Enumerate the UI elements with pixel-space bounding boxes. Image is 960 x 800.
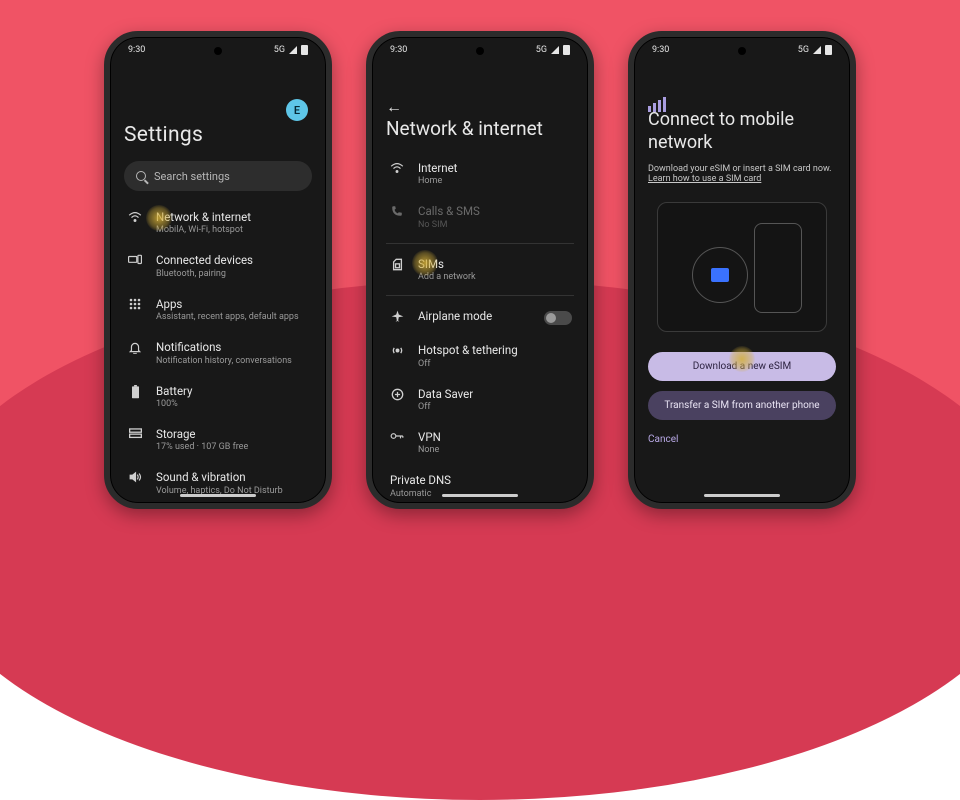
status-bar: 9:30 5G <box>110 37 326 63</box>
status-bar: 9:30 5G <box>372 37 588 63</box>
status-net: 5G <box>536 45 547 55</box>
phone-settings: 9:30 5G E Settings Search settings Netwo… <box>104 31 332 509</box>
wifi-icon <box>388 162 406 174</box>
key-icon <box>388 431 406 441</box>
transfer-sim-button[interactable]: Transfer a SIM from another phone <box>648 391 836 420</box>
storage-icon <box>126 428 144 439</box>
signal-icon <box>289 46 297 54</box>
hotspot-icon <box>388 344 406 357</box>
settings-row-battery[interactable]: Battery100% <box>124 375 312 418</box>
page-title: Settings <box>124 123 312 147</box>
datasaver-icon <box>388 388 406 401</box>
battery-icon <box>301 45 308 55</box>
apps-icon <box>126 298 144 310</box>
network-row-sims[interactable]: SIMsAdd a network <box>386 248 574 291</box>
sound-icon <box>126 471 144 483</box>
bell-icon <box>126 341 144 354</box>
nav-bar[interactable] <box>704 494 780 497</box>
divider <box>386 243 574 244</box>
esim-illustration <box>657 202 827 332</box>
divider <box>386 295 574 296</box>
nav-bar[interactable] <box>442 494 518 497</box>
battery-menu-icon <box>126 385 144 399</box>
settings-row-notifications[interactable]: NotificationsNotification history, conve… <box>124 331 312 374</box>
page-title: Connect to mobilenetwork <box>648 109 836 154</box>
back-button[interactable]: ← <box>386 97 402 117</box>
page-subtitle: Download your eSIM or insert a SIM card … <box>648 164 836 184</box>
battery-icon <box>563 45 570 55</box>
network-row-airplane[interactable]: Airplane mode <box>386 300 574 334</box>
wifi-icon <box>126 211 144 223</box>
network-row-private-dns[interactable]: Private DNSAutomatic <box>386 464 574 507</box>
nav-bar[interactable] <box>180 494 256 497</box>
settings-row-network[interactable]: Network & internetMobilA, Wi-Fi, hotspot <box>124 201 312 244</box>
battery-icon <box>825 45 832 55</box>
status-time: 9:30 <box>652 45 669 55</box>
network-row-calls-sms: Calls & SMSNo SIM <box>386 195 574 238</box>
status-net: 5G <box>798 45 809 55</box>
network-row-vpn[interactable]: VPNNone <box>386 421 574 464</box>
settings-row-sound[interactable]: Sound & vibrationVolume, haptics, Do Not… <box>124 461 312 504</box>
status-time: 9:30 <box>128 45 145 55</box>
airplane-toggle[interactable] <box>544 311 572 325</box>
airplane-icon <box>388 310 406 323</box>
network-row-datasaver[interactable]: Data SaverOff <box>386 378 574 421</box>
learn-sim-link[interactable]: Learn how to use a SIM card <box>648 174 761 184</box>
search-placeholder: Search settings <box>154 170 230 183</box>
settings-row-connected-devices[interactable]: Connected devicesBluetooth, pairing <box>124 244 312 287</box>
settings-row-storage[interactable]: Storage17% used · 107 GB free <box>124 418 312 461</box>
settings-row-apps[interactable]: AppsAssistant, recent apps, default apps <box>124 288 312 331</box>
network-row-hotspot[interactable]: Hotspot & tetheringOff <box>386 334 574 377</box>
search-input[interactable]: Search settings <box>124 161 312 191</box>
devices-icon <box>126 254 144 266</box>
page-title: Network & internet <box>386 117 574 140</box>
signal-bars-icon <box>648 97 666 112</box>
status-net: 5G <box>274 45 285 55</box>
phone-connect-esim: 9:30 5G Connect to mobilenetwork Downloa… <box>628 31 856 509</box>
network-row-internet[interactable]: InternetHome <box>386 152 574 195</box>
download-esim-button[interactable]: Download a new eSIM <box>648 352 836 381</box>
sim-chip-icon <box>711 268 729 282</box>
status-bar: 9:30 5G <box>634 37 850 63</box>
profile-avatar[interactable]: E <box>286 99 308 121</box>
phone-network: 9:30 5G ← Network & internet InternetHom… <box>366 31 594 509</box>
cancel-button[interactable]: Cancel <box>648 434 678 445</box>
signal-icon <box>813 46 821 54</box>
status-time: 9:30 <box>390 45 407 55</box>
search-icon <box>136 171 146 181</box>
sim-icon <box>388 258 406 271</box>
phone-icon <box>388 205 406 217</box>
signal-icon <box>551 46 559 54</box>
